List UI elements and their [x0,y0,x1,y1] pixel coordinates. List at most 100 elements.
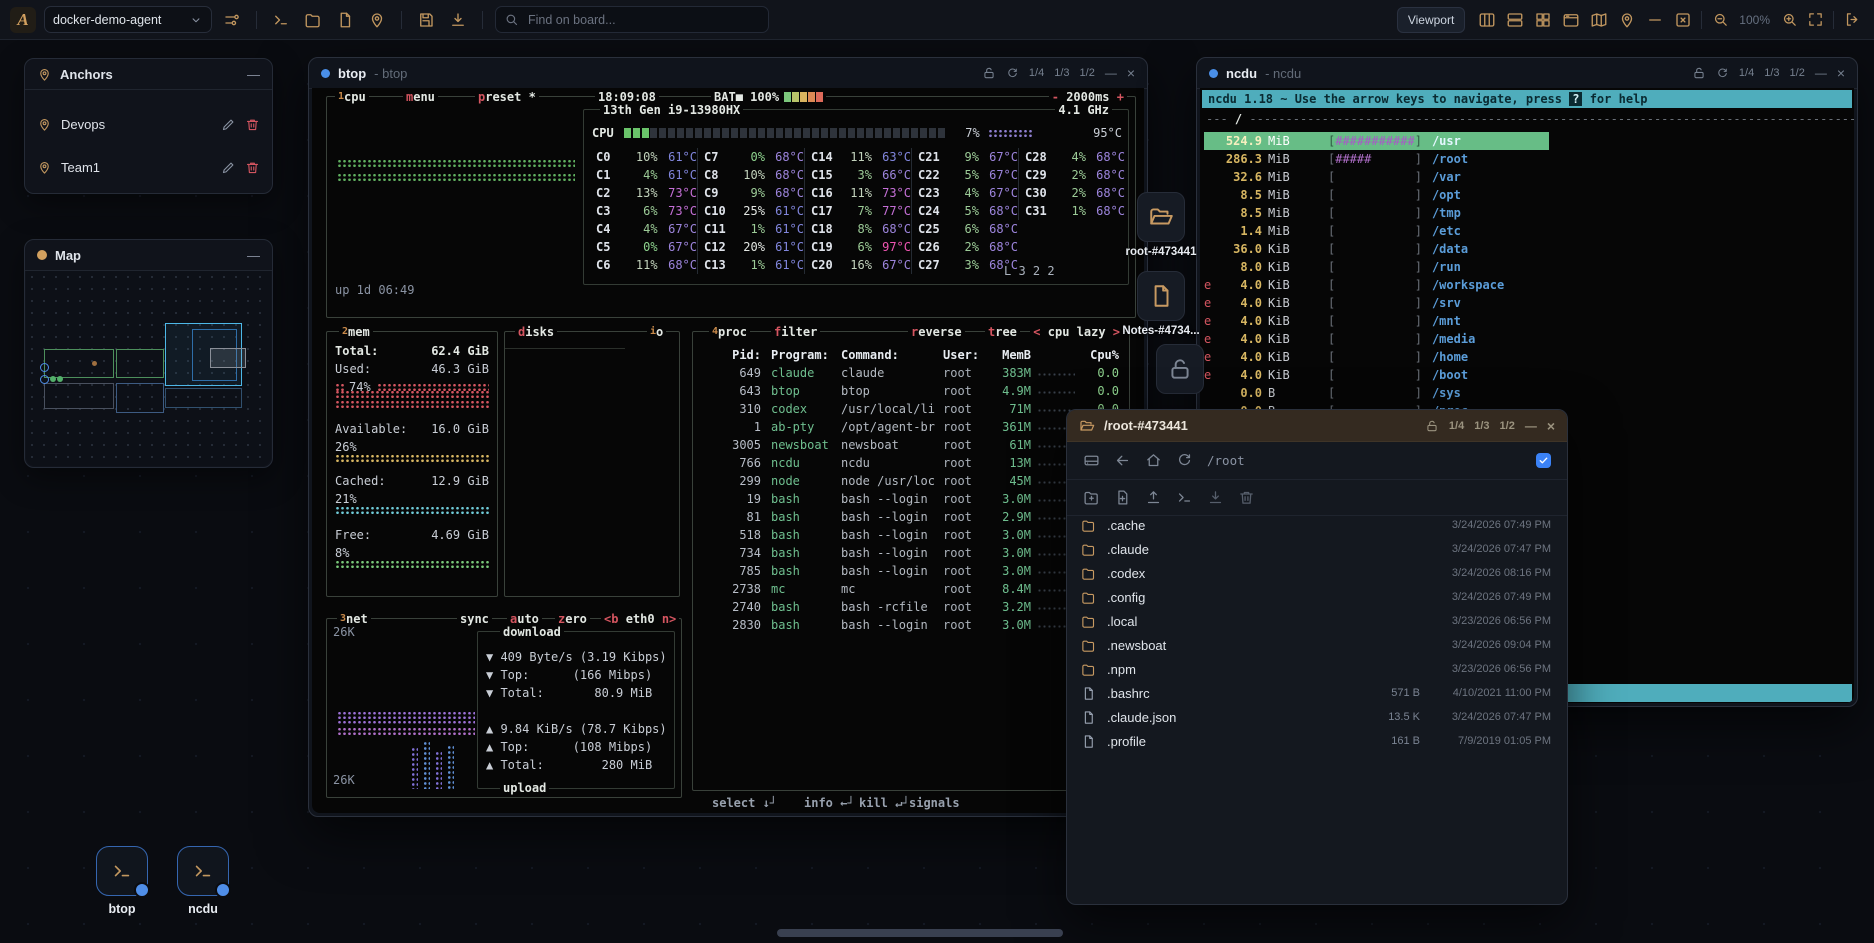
rows-icon[interactable] [1503,8,1527,32]
snap-1-2-button[interactable]: 1/2 [1080,67,1095,79]
snap-1-3-button[interactable]: 1/3 [1054,67,1069,79]
board-settings-button[interactable] [220,8,244,32]
viewport-button[interactable]: Viewport [1397,7,1465,33]
map-icon[interactable] [1587,8,1611,32]
folder-plus-icon[interactable] [1083,489,1100,506]
btop-footer-key[interactable]: select ↓┘ [712,794,777,812]
upload-icon[interactable] [1145,489,1162,506]
desktop-icon[interactable] [1156,344,1204,394]
board-canvas[interactable]: A docker-demo-agent Viewport 100% [0,0,1874,943]
file-row[interactable]: .newsboat3/24/2026 09:04 PM [1067,633,1567,657]
horizontal-scrollbar[interactable] [777,929,1063,937]
proc-row[interactable]: 643btopbtoproot4.9M0.0 [701,382,1119,400]
home-icon[interactable] [1145,452,1162,469]
proc-row[interactable]: 1ab-pty/opt/agent-brroot361M0.0 [701,418,1119,436]
snap-1-2-button[interactable]: 1/2 [1790,67,1805,79]
proc-row[interactable]: 785bashbash --loginroot3.0M [701,562,1119,580]
file-icon[interactable] [333,8,357,32]
file-row[interactable]: .config3/24/2026 07:49 PM [1067,585,1567,609]
proc-col-header[interactable]: Cpu% [1081,346,1119,364]
edit-anchor-icon[interactable] [221,160,236,175]
desktop-icon[interactable]: root-#473441 [1137,192,1185,242]
close-button[interactable]: × [1837,66,1845,80]
close-button[interactable]: × [1127,66,1135,80]
proc-row[interactable]: 2830bashbash --loginroot3.0M [701,616,1119,634]
delete-anchor-icon[interactable] [245,117,260,132]
proc-col-header[interactable]: Pid: [701,346,761,364]
file-row[interactable]: .local3/23/2026 06:56 PM [1067,609,1567,633]
ncdu-row[interactable]: e4.0KiB[ ]/srv [1204,294,1461,312]
collapse-panel-button[interactable]: — [247,67,260,82]
btop-window[interactable]: btop - btop 1/41/31/2—× 1cpu menu preset… [308,57,1148,817]
app-logo-icon[interactable]: A [10,7,36,33]
save-icon[interactable] [414,8,438,32]
file-row[interactable]: .codex3/24/2026 08:16 PM [1067,561,1567,585]
btop-footer-key[interactable]: signals [909,794,960,812]
window-icon[interactable] [1559,8,1583,32]
zoom-out-icon[interactable] [1708,8,1732,32]
logout-icon[interactable] [1840,8,1864,32]
pin-icon[interactable] [365,8,389,32]
proc-row[interactable]: 734bashbash --loginroot3.0M [701,544,1119,562]
pin-icon[interactable] [1615,8,1639,32]
ncdu-row[interactable]: 36.0KiB[ ]/data [1204,240,1468,258]
snap-1-4-button[interactable]: 1/4 [1029,67,1044,79]
refresh-icon[interactable] [1006,67,1019,80]
ncdu-row[interactable]: 1.4MiB[ ]/etc [1204,222,1461,240]
file-plus-icon[interactable] [1114,489,1131,506]
file-manager-titlebar[interactable]: /root-#473441 1/41/31/2—× [1067,410,1567,442]
file-row[interactable]: .claude.json13.5 K3/24/2026 07:47 PM [1067,705,1567,729]
ncdu-row[interactable]: e4.0KiB[ ]/mnt [1204,312,1461,330]
minimap[interactable] [26,271,271,466]
file-row[interactable]: .claude3/24/2026 07:47 PM [1067,537,1567,561]
anchor-item[interactable]: Team1 [37,154,260,180]
lock-open-icon[interactable] [1692,66,1706,80]
fullscreen-icon[interactable] [1803,8,1827,32]
grid-icon[interactable] [1531,8,1555,32]
refresh-icon[interactable] [1716,67,1729,80]
btop-titlebar[interactable]: btop - btop 1/41/31/2—× [309,58,1147,89]
download-icon[interactable] [446,8,470,32]
zoom-in-icon[interactable] [1777,8,1801,32]
terminal-icon[interactable] [1176,489,1193,506]
select-all-checkbox[interactable] [1536,453,1551,468]
proc-row[interactable]: 299nodenode /usr/locroot45M [701,472,1119,490]
proc-row[interactable]: 649claudeclauderoot383M0.0 [701,364,1119,382]
ncdu-row[interactable]: e4.0KiB[ ]/workspace [1204,276,1504,294]
lock-open-icon[interactable] [1425,419,1439,433]
close-box-icon[interactable] [1671,8,1695,32]
refresh-icon[interactable] [1176,452,1193,469]
ncdu-row[interactable]: 0.0B[ ]/sys [1204,384,1461,402]
close-button[interactable]: × [1547,419,1555,433]
file-row[interactable]: .bashrc571 B4/10/2021 11:00 PM [1067,681,1567,705]
ncdu-row[interactable]: 32.6MiB[ ]/var [1204,168,1461,186]
btop-terminal[interactable]: 1cpu menu preset * 18:09:08 BAT■ 100% - … [312,88,1144,813]
anchor-item[interactable]: Devops [37,111,260,137]
ncdu-row[interactable]: 8.5MiB[ ]/opt [1204,186,1461,204]
proc-row[interactable]: 310codex/usr/local/liroot71M0.0 [701,400,1119,418]
folder-icon[interactable] [301,8,325,32]
ncdu-titlebar[interactable]: ncdu - ncdu 1/41/31/2—× [1197,58,1857,89]
ncdu-row[interactable]: e4.0KiB[ ]/media [1204,330,1475,348]
proc-col-header[interactable]: User: [943,346,989,364]
ncdu-row[interactable]: e4.0KiB[ ]/home [1204,348,1468,366]
file-manager-window[interactable]: /root-#473441 1/41/31/2—× /root .cache3/… [1066,409,1568,905]
minimize-button[interactable]: — [1815,67,1827,79]
proc-row[interactable]: 2740bashbash -rcfileroot3.2M [701,598,1119,616]
desktop-icon[interactable]: Notes-#4734... [1137,271,1185,321]
snap-1-4-button[interactable]: 1/4 [1739,67,1754,79]
download-icon[interactable] [1207,489,1224,506]
delete-anchor-icon[interactable] [245,160,260,175]
terminal-icon[interactable] [269,8,293,32]
minimize-button[interactable]: — [1105,67,1117,79]
proc-col-header[interactable]: MemB [989,346,1031,364]
snap-1-3-button[interactable]: 1/3 [1474,420,1489,432]
board-search[interactable] [495,6,769,33]
ncdu-row[interactable]: 8.5MiB[ ]/tmp [1204,204,1461,222]
proc-row[interactable]: 19bashbash --loginroot3.0M [701,490,1119,508]
proc-row[interactable]: 3005newsboatnewsboatroot61M [701,436,1119,454]
ncdu-row[interactable]: 8.0KiB[ ]/run [1204,258,1461,276]
proc-col-header[interactable]: Command: [841,346,943,364]
proc-row[interactable]: 2738mcmcroot8.4M [701,580,1119,598]
btop-footer-key[interactable]: info ←┘ [804,794,855,812]
